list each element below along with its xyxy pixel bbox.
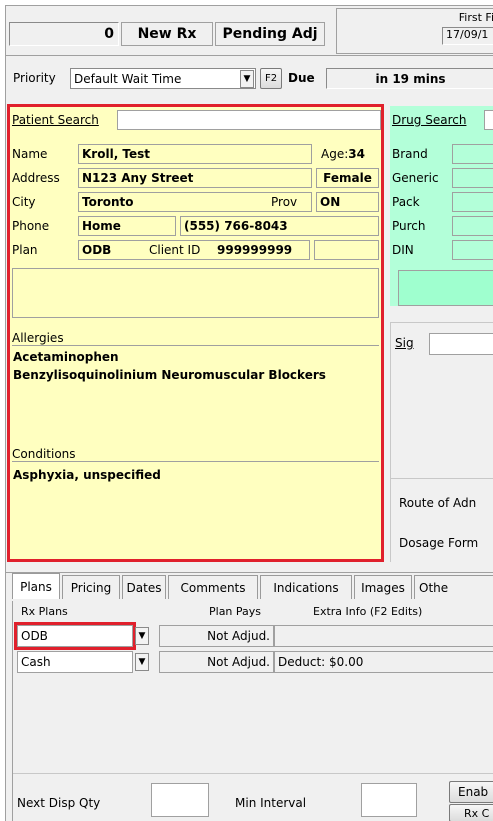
tab-other[interactable]: Othe — [414, 575, 493, 599]
plan-pays-cash: Not Adjud. — [159, 651, 274, 673]
tab-images[interactable]: Images — [354, 575, 412, 599]
drug-search-label: Drug Search — [392, 113, 467, 127]
extra-info-odb[interactable] — [274, 625, 493, 647]
min-interval-label: Min Interval — [235, 796, 307, 810]
tabs-panel: Plans Pricing Dates Comments Indications… — [6, 572, 493, 821]
tab-plans[interactable]: Plans — [12, 573, 60, 599]
col-extra-info: Extra Info (F2 Edits) — [313, 604, 423, 618]
col-plan-pays: Plan Pays — [209, 604, 262, 618]
pack-field[interactable] — [452, 192, 493, 212]
pending-adj-label: Pending Adj — [215, 22, 325, 46]
tab-strip: Plans Pricing Dates Comments Indications… — [12, 573, 493, 601]
priority-select[interactable]: Default Wait Time ▼ — [70, 68, 256, 89]
pack-label: Pack — [392, 195, 420, 209]
next-disp-qty-label: Next Disp Qty — [17, 796, 101, 810]
drug-search-input[interactable] — [484, 110, 493, 130]
dosage-label: Dosage Form — [399, 536, 479, 550]
drug-panel-lower: DIN — [390, 216, 493, 306]
priority-value: Default Wait Time — [74, 71, 182, 86]
sig-description — [391, 363, 493, 479]
rx-count: 0 — [9, 22, 119, 46]
generic-field[interactable] — [452, 168, 493, 188]
first-fill-date: 17/09/1 — [442, 27, 493, 45]
rx-c-button[interactable]: Rx C — [449, 804, 493, 821]
new-rx-label: New Rx — [121, 22, 213, 46]
purch-label: Purch — [392, 219, 426, 233]
due-label: Due — [288, 71, 315, 85]
first-fill-label: First Fi — [458, 11, 493, 24]
min-interval-input[interactable] — [361, 783, 417, 817]
priority-row: Priority Default Wait Time ▼ F2 Due in 1… — [6, 64, 493, 92]
brand-field[interactable] — [452, 144, 493, 164]
tab-comments[interactable]: Comments — [168, 575, 258, 599]
plans-tab-content: Rx Plans Plan Pays Extra Info (F2 Edits)… — [12, 601, 493, 821]
tab-pricing[interactable]: Pricing — [62, 575, 120, 599]
din-field[interactable] — [452, 240, 493, 260]
tab-dates[interactable]: Dates — [122, 575, 166, 599]
sig-panel: Sig Route of Adn Dosage Form — [390, 322, 493, 562]
extra-info-cash[interactable]: Deduct: $0.00 — [274, 651, 493, 673]
sig-label: Sig — [395, 336, 414, 350]
route-label: Route of Adn — [399, 496, 477, 510]
purch-field[interactable] — [452, 216, 493, 236]
due-value: in 19 mins — [326, 68, 493, 89]
chevron-down-icon[interactable]: ▼ — [135, 653, 149, 671]
chevron-down-icon[interactable]: ▼ — [240, 70, 254, 88]
top-bar: 0 New Rx Pending Adj First Fi 17/09/1 — [6, 6, 493, 56]
f2-button[interactable]: F2 — [260, 68, 282, 89]
plan-highlight — [14, 622, 136, 650]
drug-info-box[interactable] — [398, 270, 493, 306]
enable-button[interactable]: Enab — [449, 781, 493, 803]
next-disp-qty-input[interactable] — [151, 783, 209, 817]
sig-input[interactable] — [429, 333, 493, 355]
patient-highlight — [7, 104, 384, 562]
generic-label: Generic — [392, 171, 439, 185]
plan-pays-odb: Not Adjud. — [159, 625, 274, 647]
din-label: DIN — [392, 243, 414, 257]
tab-indications[interactable]: Indications — [260, 575, 352, 599]
rx-window: 0 New Rx Pending Adj First Fi 17/09/1 Pr… — [5, 5, 493, 821]
col-rx-plans: Rx Plans — [21, 604, 68, 618]
brand-label: Brand — [392, 147, 428, 161]
divider — [13, 773, 493, 774]
priority-label: Priority — [13, 71, 56, 85]
chevron-down-icon[interactable]: ▼ — [135, 627, 149, 645]
plan-select-cash[interactable]: Cash — [17, 651, 133, 673]
first-fill-panel: First Fi 17/09/1 — [336, 8, 493, 54]
